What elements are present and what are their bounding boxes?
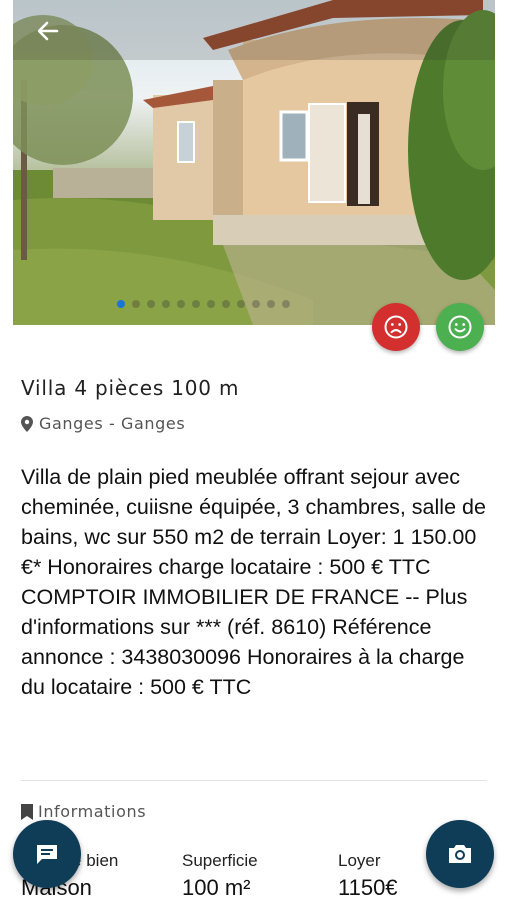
gallery-dot[interactable] [117, 300, 125, 308]
dislike-button[interactable] [372, 303, 420, 351]
happy-face-icon [448, 315, 472, 339]
arrow-left-icon [37, 21, 59, 41]
like-button[interactable] [436, 303, 484, 351]
camera-icon [449, 845, 471, 863]
gallery-pagination [117, 300, 290, 308]
gallery-dot[interactable] [192, 300, 200, 308]
map-pin-icon [21, 415, 33, 432]
gallery-dot[interactable] [162, 300, 170, 308]
info-label-superficie: Superficie [182, 851, 258, 870]
gallery-dot[interactable] [222, 300, 230, 308]
chat-button[interactable] [13, 820, 81, 888]
photo-gallery[interactable] [13, 0, 495, 325]
chat-icon [37, 845, 57, 864]
bookmark-icon [21, 803, 33, 820]
gallery-dot[interactable] [132, 300, 140, 308]
gallery-dot[interactable] [207, 300, 215, 308]
listing-description: Villa de plain pied meublée offrant sejo… [21, 465, 486, 699]
listing-title: Villa 4 pièces 100 m [21, 376, 240, 400]
sad-face-icon [384, 315, 408, 339]
info-value-loyer: 1150€ [338, 875, 398, 900]
info-label-loyer: Loyer [338, 851, 381, 870]
info-value-superficie: 100 m² [182, 875, 251, 900]
gallery-dot[interactable] [177, 300, 185, 308]
section-divider [21, 780, 487, 781]
back-button[interactable] [37, 20, 69, 52]
gallery-dot[interactable] [147, 300, 155, 308]
location-text: Ganges - Ganges [39, 414, 186, 433]
gallery-dot[interactable] [252, 300, 260, 308]
gallery-dot[interactable] [282, 300, 290, 308]
listing-location: Ganges - Ganges [21, 414, 185, 433]
gallery-dot[interactable] [237, 300, 245, 308]
gallery-dot[interactable] [267, 300, 275, 308]
informations-heading-text: Informations [38, 802, 147, 821]
informations-heading: Informations [21, 802, 146, 821]
camera-button[interactable] [426, 820, 494, 888]
villa-photo [13, 0, 495, 325]
